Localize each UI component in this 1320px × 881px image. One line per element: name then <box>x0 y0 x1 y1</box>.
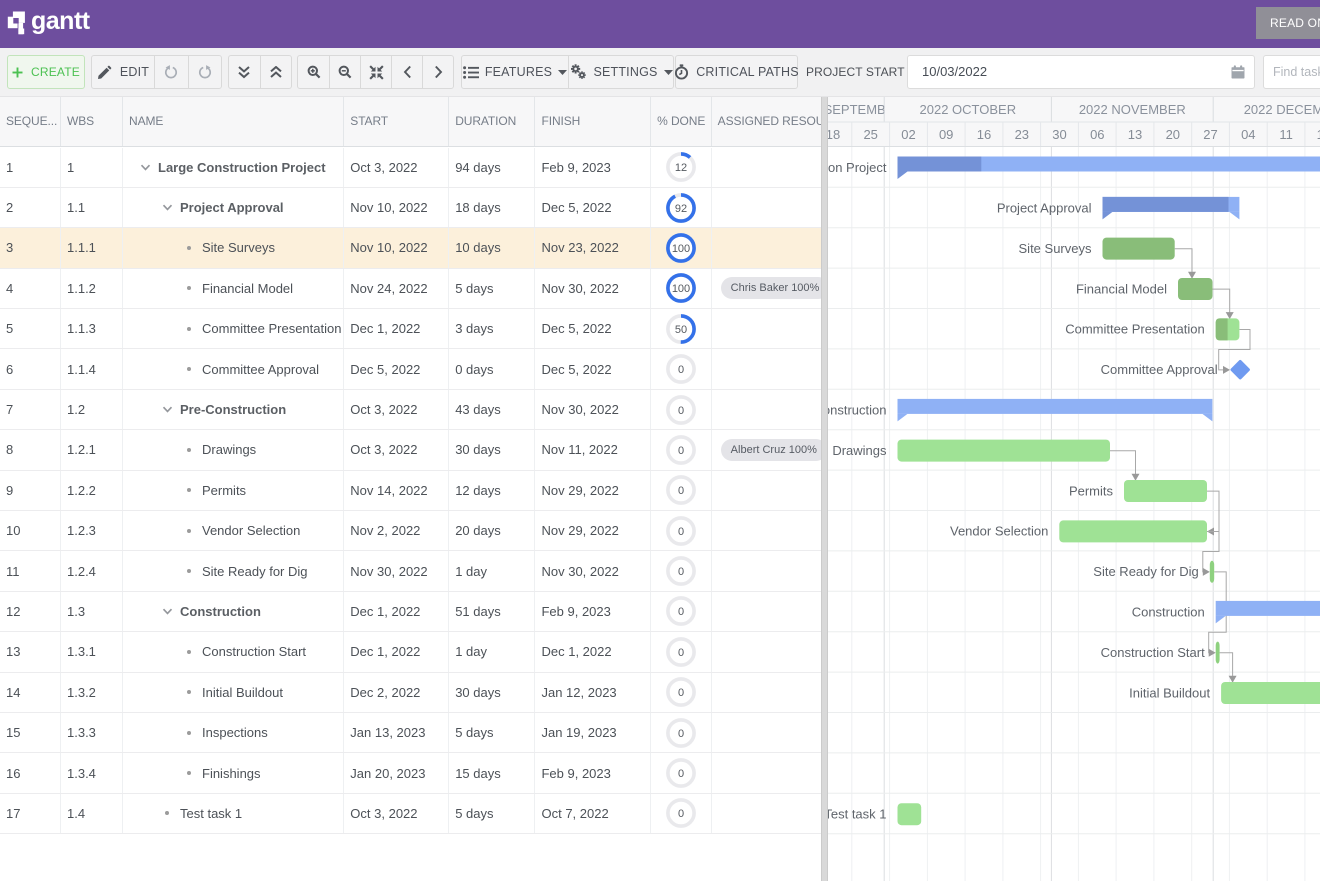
svg-text:0: 0 <box>678 687 684 699</box>
svg-text:09: 09 <box>939 127 953 142</box>
svg-text:30: 30 <box>1052 127 1066 142</box>
svg-text:92: 92 <box>675 203 687 215</box>
svg-text:0: 0 <box>678 526 684 538</box>
svg-text:18: 18 <box>828 127 840 142</box>
svg-text:2022 OCTOBER: 2022 OCTOBER <box>920 102 1017 117</box>
svg-text:18: 18 <box>1317 127 1320 142</box>
svg-text:0: 0 <box>678 808 684 820</box>
svg-text:0: 0 <box>678 485 684 497</box>
svg-text:50: 50 <box>675 324 687 336</box>
svg-text:Project Approval: Project Approval <box>997 201 1092 216</box>
svg-text:02: 02 <box>901 127 915 142</box>
svg-text:20: 20 <box>1166 127 1180 142</box>
svg-text:0: 0 <box>678 728 684 740</box>
svg-text:Financial Model: Financial Model <box>1076 281 1167 296</box>
svg-text:100: 100 <box>672 283 690 295</box>
svg-text:Permits: Permits <box>1069 483 1114 498</box>
svg-text:13: 13 <box>1128 127 1142 142</box>
svg-text:27: 27 <box>1203 127 1217 142</box>
svg-text:Site Ready for Dig: Site Ready for Dig <box>1093 564 1199 579</box>
svg-text:11: 11 <box>1279 127 1293 142</box>
svg-text:0: 0 <box>678 566 684 578</box>
svg-text:04: 04 <box>1241 127 1255 142</box>
svg-text:0: 0 <box>678 405 684 417</box>
svg-text:16: 16 <box>977 127 991 142</box>
svg-text:0: 0 <box>678 606 684 618</box>
svg-text:25: 25 <box>863 127 877 142</box>
svg-text:2022 DECEMBER: 2022 DECEMBER <box>1244 102 1320 117</box>
svg-text:Site Surveys: Site Surveys <box>1019 241 1092 256</box>
svg-text:Initial Buildout: Initial Buildout <box>1129 685 1210 700</box>
svg-text:0: 0 <box>678 647 684 659</box>
svg-text:Construction: Construction <box>1132 605 1205 620</box>
svg-text:Construction Start: Construction Start <box>1101 645 1205 660</box>
svg-text:2022 NOVEMBER: 2022 NOVEMBER <box>1079 102 1186 117</box>
svg-text:06: 06 <box>1090 127 1104 142</box>
svg-text:0: 0 <box>678 445 684 457</box>
svg-text:Pre-Construction: Pre-Construction <box>828 403 887 418</box>
svg-text:Vendor Selection: Vendor Selection <box>950 524 1048 539</box>
svg-text:Drawings: Drawings <box>832 443 887 458</box>
svg-text:0: 0 <box>678 364 684 376</box>
svg-text:Test task 1: Test task 1 <box>828 807 887 822</box>
svg-text:Committee Approval: Committee Approval <box>1101 362 1218 377</box>
svg-text:0: 0 <box>678 768 684 780</box>
svg-text:Large Construction Project: Large Construction Project <box>828 160 887 175</box>
svg-text:12: 12 <box>675 162 687 174</box>
svg-text:Committee Presentation: Committee Presentation <box>1065 322 1204 337</box>
svg-text:100: 100 <box>672 243 690 255</box>
svg-text:23: 23 <box>1015 127 1029 142</box>
